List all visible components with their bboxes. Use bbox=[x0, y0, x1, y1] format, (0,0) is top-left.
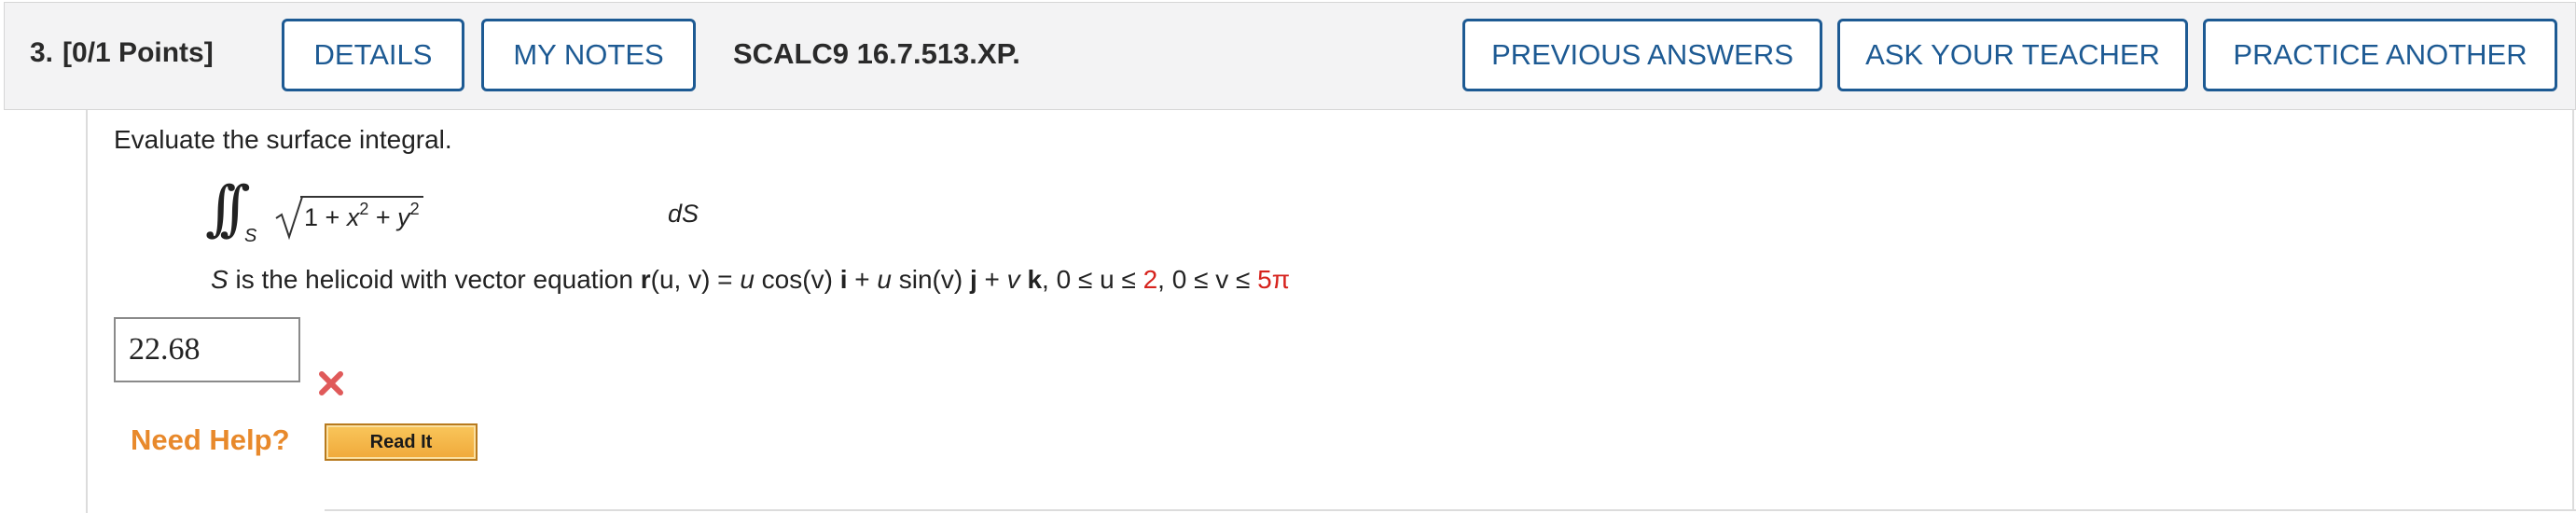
problem-prompt: Evaluate the surface integral. bbox=[114, 125, 452, 154]
practice-another-button[interactable]: PRACTICE ANOTHER bbox=[2203, 19, 2557, 91]
double-integral-icon: ∫∫ bbox=[205, 174, 251, 243]
answer-input[interactable]: 22.68 bbox=[114, 317, 300, 382]
question-number: 3. [0/1 Points] bbox=[30, 37, 214, 69]
previous-answers-button[interactable]: PREVIOUS ANSWERS bbox=[1462, 19, 1822, 91]
u-upper-bound: 2 bbox=[1143, 265, 1158, 294]
differential: dS bbox=[668, 200, 699, 228]
question-body-border bbox=[2572, 110, 2574, 511]
integral-subscript: S bbox=[244, 226, 257, 246]
ask-your-teacher-button[interactable]: ASK YOUR TEACHER bbox=[1837, 19, 2188, 91]
surface-description: S is the helicoid with vector equation r… bbox=[211, 265, 1291, 294]
question-index: 3. bbox=[30, 37, 54, 68]
v-upper-bound: 5π bbox=[1257, 265, 1291, 294]
question-body-border-bottom bbox=[325, 509, 2576, 511]
question-id: SCALC9 16.7.513.XP. bbox=[733, 37, 1020, 70]
details-button[interactable]: DETAILS bbox=[282, 19, 464, 91]
need-help-label: Need Help? bbox=[131, 423, 290, 456]
read-it-button[interactable]: Read It bbox=[325, 423, 478, 461]
my-notes-button[interactable]: MY NOTES bbox=[481, 19, 696, 91]
question-points: [0/1 Points] bbox=[62, 37, 214, 68]
radicand: 1 + x2 + y2 bbox=[300, 196, 423, 232]
x-mark-icon bbox=[319, 371, 343, 395]
